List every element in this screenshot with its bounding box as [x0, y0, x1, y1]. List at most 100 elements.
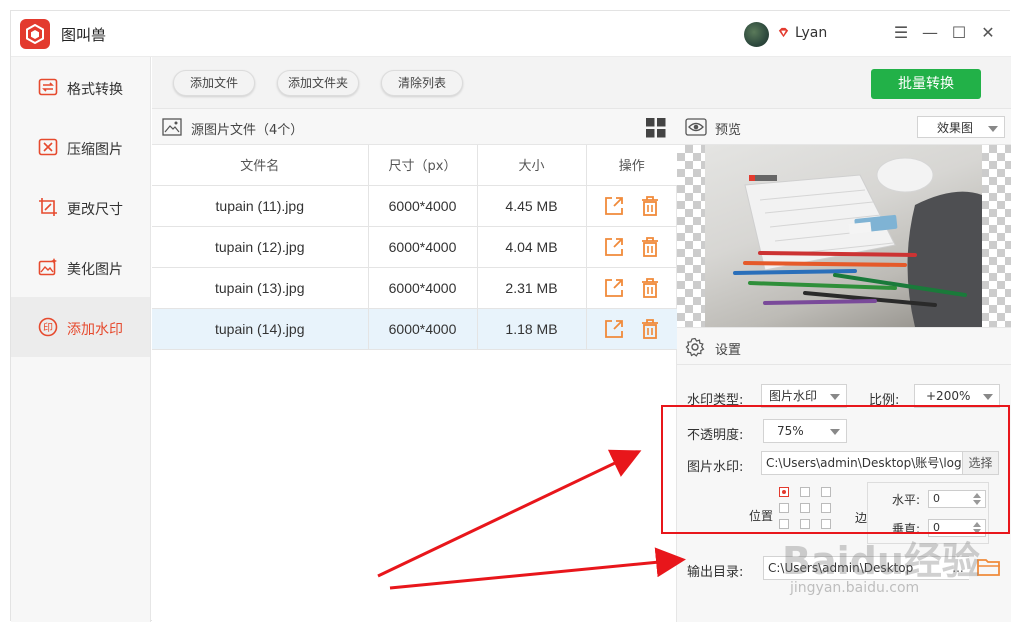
open-external-icon[interactable]	[603, 277, 625, 299]
sidebar-item-resize[interactable]: 更改尺寸	[11, 177, 150, 237]
chevron-down-icon	[983, 394, 993, 400]
folder-icon[interactable]	[977, 557, 1001, 577]
position-cell-middle-left[interactable]	[779, 503, 789, 513]
chevron-down-icon	[830, 429, 840, 435]
svg-text:印: 印	[43, 322, 53, 334]
watermark-type-label: 水印类型:	[687, 393, 744, 408]
file-name: tupain (12).jpg	[152, 225, 369, 268]
file-table: 文件名 尺寸（px） 大小 操作 tupain (11).jpg 6000*40…	[152, 145, 677, 350]
sidebar-item-compress[interactable]: 压缩图片	[11, 117, 150, 177]
open-external-icon[interactable]	[603, 236, 625, 258]
sidebar: 格式转换 压缩图片 更改尺寸 美化图片 印 添加水印	[11, 57, 151, 622]
app-title: 图叫兽	[61, 26, 107, 44]
compress-icon	[38, 138, 58, 156]
position-cell-bottom-left[interactable]	[779, 519, 789, 529]
position-cell-top-left[interactable]	[779, 487, 789, 497]
file-list-header: 源图片文件（4个）	[152, 109, 677, 145]
maximize-button[interactable]: ☐	[947, 21, 971, 45]
file-size: 1.18 MB	[476, 307, 587, 350]
row-actions	[585, 225, 677, 268]
position-cell-bottom-center[interactable]	[800, 519, 810, 529]
position-cell-middle-right[interactable]	[821, 503, 831, 513]
grid-view-icon[interactable]	[646, 118, 666, 138]
opacity-select[interactable]: 75%	[763, 419, 847, 443]
file-list-title: 源图片文件（4个）	[191, 123, 304, 138]
sidebar-item-label: 压缩图片	[67, 142, 123, 158]
position-cell-center[interactable]	[800, 503, 810, 513]
desk-photo-illustration	[733, 157, 982, 327]
choose-image-button[interactable]: 选择	[962, 451, 999, 475]
chevron-down-icon	[988, 126, 998, 132]
sidebar-item-label: 美化图片	[67, 262, 123, 278]
watermark-type-value: 图片水印	[769, 389, 818, 403]
sidebar-item-beautify[interactable]: 美化图片	[11, 237, 150, 297]
resize-icon	[39, 198, 57, 216]
row-actions	[585, 266, 677, 309]
preview-mode-select[interactable]: 效果图	[917, 116, 1005, 138]
sidebar-item-format-convert[interactable]: 格式转换	[11, 57, 150, 117]
row-actions	[585, 307, 677, 350]
delete-icon[interactable]	[639, 318, 661, 340]
column-header-actions: 操作	[585, 145, 677, 186]
position-cell-top-center[interactable]	[800, 487, 810, 497]
sidebar-item-watermark[interactable]: 印 添加水印	[11, 297, 150, 357]
file-dimensions: 6000*4000	[367, 225, 478, 268]
menu-icon[interactable]: ☰	[889, 21, 913, 45]
scale-select[interactable]: +200%	[914, 384, 1000, 408]
file-list-panel: 源图片文件（4个） 文件名 尺寸（px） 大小 操作 tupain (11).j…	[152, 109, 677, 622]
user-avatar[interactable]	[744, 22, 769, 47]
image-watermark-path-input[interactable]: C:\Users\admin\Desktop\账号\logo	[761, 451, 963, 475]
table-row-selected[interactable]: tupain (14).jpg 6000*4000 1.18 MB	[152, 307, 677, 350]
opacity-label: 不透明度:	[687, 428, 744, 443]
watermark-type-select[interactable]: 图片水印	[761, 384, 847, 408]
convert-icon	[38, 78, 58, 96]
delete-icon[interactable]	[639, 195, 661, 217]
delete-icon[interactable]	[639, 236, 661, 258]
image-watermark-label: 图片水印:	[687, 460, 744, 475]
user-name[interactable]: Lyan	[795, 25, 827, 41]
opacity-value: 75%	[777, 424, 804, 438]
clear-list-button[interactable]: 清除列表	[381, 70, 463, 96]
preview-mode-value: 效果图	[937, 121, 974, 135]
file-dimensions: 6000*4000	[367, 266, 478, 309]
column-header-name[interactable]: 文件名	[152, 145, 369, 186]
add-folder-button[interactable]: 添加文件夹	[277, 70, 359, 96]
position-cell-top-right[interactable]	[821, 487, 831, 497]
file-size: 4.45 MB	[476, 184, 587, 227]
image-icon	[162, 118, 182, 136]
watermark-icon: 印	[38, 317, 58, 337]
open-external-icon[interactable]	[603, 195, 625, 217]
open-external-icon[interactable]	[603, 318, 625, 340]
scale-label: 比例:	[869, 393, 900, 408]
horizontal-label: 水平:	[892, 493, 921, 507]
preview-title: 预览	[715, 123, 742, 138]
vip-diamond-icon	[778, 27, 789, 38]
minimize-button[interactable]: —	[918, 21, 942, 45]
batch-convert-button[interactable]: 批量转换	[871, 69, 981, 99]
table-row[interactable]: tupain (13).jpg 6000*4000 2.31 MB	[152, 266, 677, 309]
file-name: tupain (14).jpg	[152, 307, 369, 350]
settings-title: 设置	[715, 343, 742, 358]
position-cell-bottom-right[interactable]	[821, 519, 831, 529]
sidebar-item-label: 更改尺寸	[67, 202, 123, 218]
preview-header: 预览 效果图	[677, 109, 1011, 145]
settings-header: 设置	[677, 327, 1011, 365]
watermark-url: jingyan.baidu.com	[790, 580, 920, 596]
column-header-size[interactable]: 大小	[476, 145, 587, 186]
column-header-dimensions[interactable]: 尺寸（px）	[367, 145, 478, 186]
preview-image-area	[677, 145, 1011, 327]
horizontal-margin-input[interactable]: 0	[928, 490, 986, 508]
sidebar-item-label: 格式转换	[67, 82, 123, 98]
delete-icon[interactable]	[639, 277, 661, 299]
add-file-button[interactable]: 添加文件	[173, 70, 255, 96]
table-row[interactable]: tupain (12).jpg 6000*4000 4.04 MB	[152, 225, 677, 268]
toolbar: 添加文件 添加文件夹 清除列表 批量转换	[152, 57, 1011, 109]
file-dimensions: 6000*4000	[367, 307, 478, 350]
close-button[interactable]: ✕	[976, 21, 1000, 45]
preview-photo	[705, 145, 982, 327]
table-row[interactable]: tupain (11).jpg 6000*4000 4.45 MB	[152, 184, 677, 227]
output-dir-label: 输出目录:	[687, 565, 744, 580]
position-label: 位置	[749, 509, 774, 523]
file-size: 4.04 MB	[476, 225, 587, 268]
watermark-brand: Baidu经验	[782, 539, 980, 583]
